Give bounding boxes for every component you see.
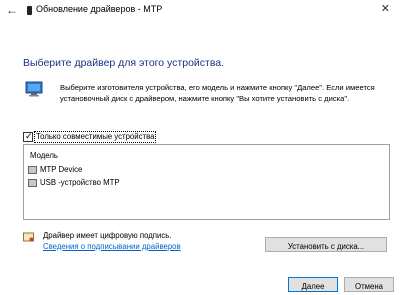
check-mark-icon: ✓ <box>25 131 33 141</box>
cancel-button[interactable]: Отмена <box>344 277 394 292</box>
device-icon <box>28 165 37 174</box>
checkbox-box[interactable]: ✓ <box>23 131 33 142</box>
instructions-text: Выберите изготовителя устройства, его мо… <box>60 83 375 103</box>
list-item-usb-mtp[interactable]: USB -устройство MTP <box>28 178 120 189</box>
driver-signing-link[interactable]: Сведения о подписывании драйверов <box>43 242 181 251</box>
model-list[interactable]: Модель MTP Device USB -устройство MTP <box>23 144 390 220</box>
list-header: Модель <box>30 151 58 160</box>
window-title: Обновление драйверов - MTP <box>36 4 163 14</box>
list-item-label: USB -устройство MTP <box>40 178 120 187</box>
computer-icon <box>25 81 43 97</box>
device-icon <box>28 178 37 187</box>
certificate-icon <box>23 232 34 242</box>
page-heading: Выберите драйвер для этого устройства. <box>23 57 225 69</box>
list-item-mtp-device[interactable]: MTP Device <box>28 165 82 176</box>
signature-status: Драйвер имеет цифровую подпись. <box>43 231 172 240</box>
install-from-disk-button[interactable]: Установить с диска... <box>265 237 387 252</box>
list-item-label: MTP Device <box>40 165 83 174</box>
close-icon[interactable]: ✕ <box>381 3 390 15</box>
mobile-device-icon <box>27 6 32 15</box>
checkbox-label[interactable]: Только совместимые устройства <box>34 131 157 143</box>
back-arrow-icon[interactable]: ← <box>6 4 18 16</box>
title-bar: ← Обновление драйверов - MTP ✕ <box>0 0 400 22</box>
next-button[interactable]: Далее <box>288 277 338 292</box>
